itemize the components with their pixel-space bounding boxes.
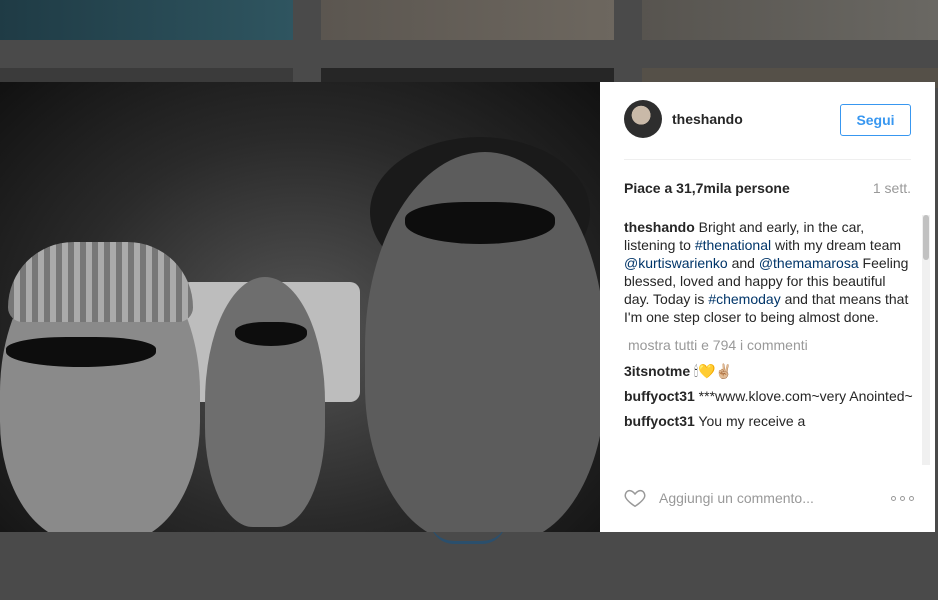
sunglasses	[6, 337, 156, 367]
post-username[interactable]: theshando	[672, 111, 743, 127]
caption-text: and	[727, 255, 759, 271]
dot	[891, 495, 896, 501]
post-header: theshando Segui	[624, 100, 911, 160]
hashtag-link[interactable]: #chemoday	[708, 291, 780, 307]
likes-row: Piace a 31,7mila persone 1 sett.	[624, 180, 911, 196]
add-comment-input[interactable]: Aggiungi un commento...	[659, 490, 891, 506]
mention-link[interactable]: @kurtiswarienko	[624, 255, 728, 271]
dot	[909, 495, 914, 501]
post-photo[interactable]	[0, 82, 600, 532]
comment-username[interactable]: buffyoct31	[624, 413, 695, 429]
likes-count[interactable]: Piace a 31,7mila persone	[624, 180, 790, 196]
background-tile	[642, 0, 938, 40]
sunglasses	[235, 322, 307, 346]
caption-username[interactable]: theshando	[624, 219, 695, 235]
hashtag-link[interactable]: #thenational	[695, 237, 771, 253]
background-tile	[321, 0, 614, 40]
comment-item: buffyoct31 You my receive a	[624, 412, 914, 430]
comment-text: 🕯💛✌🏼	[690, 363, 733, 379]
caption-text: with my dream team	[771, 237, 902, 253]
avatar[interactable]	[624, 100, 662, 138]
post-modal: theshando Segui Piace a 31,7mila persone…	[0, 82, 935, 532]
load-more-comments[interactable]: mostra tutti e 794 i commenti	[628, 336, 914, 354]
scrollbar-thumb[interactable]	[923, 215, 929, 260]
comment-username[interactable]: buffyoct31	[624, 388, 695, 404]
post-timestamp[interactable]: 1 sett.	[873, 180, 911, 196]
person-middle	[205, 277, 325, 527]
comments-list: theshando Bright and early, in the car, …	[624, 218, 914, 464]
background-tile	[0, 0, 293, 40]
more-options-icon[interactable]	[891, 495, 914, 501]
sunglasses	[405, 202, 555, 244]
comment-text: You my receive a	[694, 413, 806, 429]
comment-item: 3itsnotme 🕯💛✌🏼	[624, 362, 914, 380]
comment-bar: Aggiungi un commento...	[624, 478, 914, 518]
follow-button[interactable]: Segui	[840, 104, 911, 136]
mention-link[interactable]: @themamarosa	[759, 255, 859, 271]
post-sidebar: theshando Segui Piace a 31,7mila persone…	[600, 82, 935, 532]
comment-text: ***www.klove.com~very Anointed~	[694, 388, 913, 404]
comment-item: buffyoct31 ***www.klove.com~very Anointe…	[624, 387, 914, 405]
comments-scrollbar[interactable]	[922, 215, 930, 465]
heart-icon[interactable]	[624, 487, 646, 509]
comment-username[interactable]: 3itsnotme	[624, 363, 690, 379]
dot	[900, 495, 905, 501]
head-scarf	[8, 242, 193, 322]
caption: theshando Bright and early, in the car, …	[624, 218, 914, 326]
